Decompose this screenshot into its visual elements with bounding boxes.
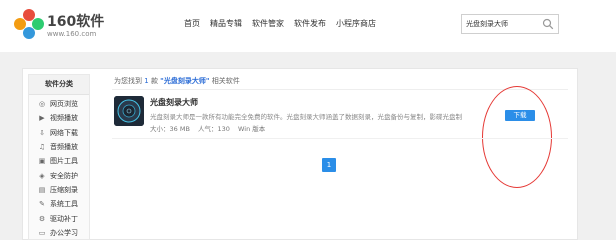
result-summary: 为您找到 1 款 "光盘刻录大师" 相关软件 [114, 76, 240, 86]
site-logo[interactable]: 160软件 www.160.com [14, 9, 134, 45]
sidebar-item-web-browse[interactable]: ◎ 网页浏览 [29, 97, 89, 111]
software-meta: 大小：36 MB 人气：130 Win 版本 [150, 123, 271, 133]
sidebar-item-label: 视频播放 [50, 114, 78, 123]
sidebar-item-label: 安全防护 [50, 171, 78, 180]
sidebar-item-audio[interactable]: ♫ 音频播放 [29, 140, 89, 154]
nav-home[interactable]: 首页 [184, 18, 200, 29]
sidebar-item-label: 驱动补丁 [50, 214, 78, 223]
music-icon: ♫ [38, 143, 46, 152]
nav-featured-albums[interactable]: 精品专辑 [210, 18, 242, 29]
sidebar-item-video[interactable]: ▶ 视频播放 [29, 111, 89, 125]
sidebar-item-label: 图片工具 [50, 157, 78, 166]
main-nav: 首页 精品专辑 软件管家 软件发布 小程序商店 [184, 18, 376, 29]
software-description: 光盘刻录大师是一款所有功能完全免费的软件。光盘刻录大师涵盖了数据刻录，光盘备份与… [150, 113, 462, 121]
logo-url: www.160.com [47, 30, 97, 38]
nav-software-manager[interactable]: 软件管家 [252, 18, 284, 29]
disc-icon [114, 96, 144, 126]
search-input[interactable] [466, 17, 542, 31]
shield-icon: ◈ [39, 171, 45, 180]
book-icon: ▭ [38, 228, 46, 237]
sidebar-item-compress[interactable]: ▤ 压缩刻录 [29, 183, 89, 197]
sidebar-item-label: 办公学习 [50, 228, 78, 237]
sidebar-item-office[interactable]: ▭ 办公学习 [29, 226, 89, 240]
row-divider [112, 138, 568, 139]
sidebar-item-label: 网页浏览 [50, 100, 78, 109]
result-prefix: 为您找到 [114, 77, 142, 85]
sidebar-item-system[interactable]: ✎ 系统工具 [29, 197, 89, 211]
sidebar-item-driver[interactable]: ⚙ 驱动补丁 [29, 211, 89, 225]
result-unit: 款 [150, 77, 158, 85]
sidebar-item-image[interactable]: ▣ 图片工具 [29, 154, 89, 168]
sidebar-title: 软件分类 [29, 75, 89, 95]
logo-icon [14, 9, 44, 39]
result-keyword: "光盘刻录大师" [160, 77, 210, 85]
result-count: 1 [144, 77, 149, 85]
sidebar-list: ◎ 网页浏览 ▶ 视频播放 ⇩ 网络下载 ♫ 音频播放 ▣ 图片工具 ◈ 安全防… [29, 97, 89, 240]
result-suffix: 相关软件 [211, 77, 240, 85]
sidebar-item-label: 压缩刻录 [50, 185, 78, 194]
header: 160软件 www.160.com 首页 精品专辑 软件管家 软件发布 小程序商… [0, 0, 616, 52]
sidebar-item-download[interactable]: ⇩ 网络下载 [29, 126, 89, 140]
play-icon: ▶ [39, 114, 45, 123]
plug-icon: ⚙ [38, 214, 46, 223]
software-popularity: 人气：130 [197, 125, 230, 133]
nav-software-publish[interactable]: 软件发布 [294, 18, 326, 29]
sidebar-item-label: 系统工具 [50, 200, 78, 209]
archive-icon: ▤ [38, 185, 46, 194]
logo-text: 160软件 [47, 14, 105, 30]
pagination-page-1[interactable]: 1 [322, 158, 336, 172]
search-icon[interactable] [542, 18, 554, 30]
sidebar-item-security[interactable]: ◈ 安全防护 [29, 168, 89, 182]
divider [112, 89, 568, 90]
software-size: 大小：36 MB [150, 125, 190, 133]
annotation-circle [482, 86, 552, 188]
nav-mini-program-store[interactable]: 小程序商店 [336, 18, 376, 29]
sidebar-item-label: 网络下载 [50, 128, 78, 137]
software-thumbnail[interactable] [114, 96, 144, 126]
software-platform: Win 版本 [237, 125, 266, 133]
search-box [461, 14, 559, 34]
software-title[interactable]: 光盘刻录大师 [150, 97, 198, 108]
image-icon: ▣ [38, 157, 46, 166]
wrench-icon: ✎ [39, 200, 45, 209]
sidebar-item-label: 音频播放 [50, 143, 78, 152]
category-sidebar: 软件分类 ◎ 网页浏览 ▶ 视频播放 ⇩ 网络下载 ♫ 音频播放 ▣ 图片工具 … [28, 74, 90, 240]
download-icon: ⇩ [39, 128, 45, 137]
globe-icon: ◎ [38, 100, 46, 109]
